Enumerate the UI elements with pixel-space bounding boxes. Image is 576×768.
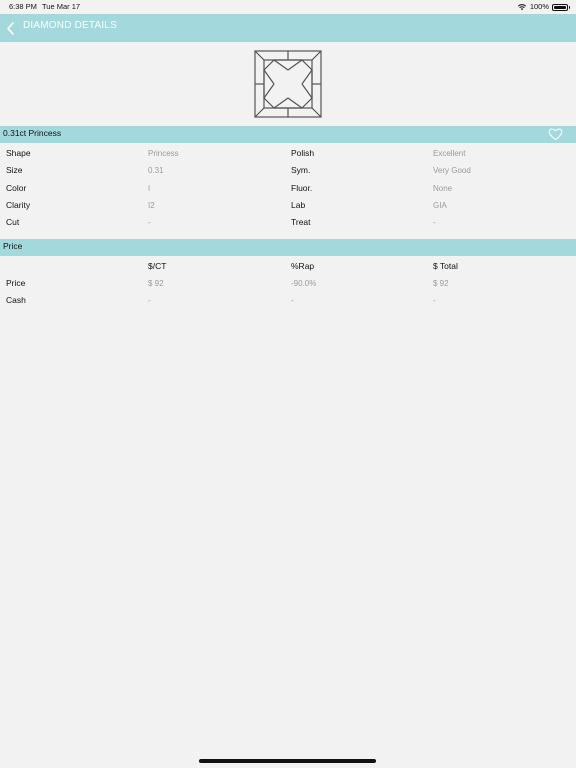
detail-label: Color: [6, 183, 27, 193]
price-header: Price: [0, 239, 576, 256]
battery-level-fill: [554, 5, 566, 9]
battery-percent: 100%: [529, 2, 549, 11]
detail-label: Polish: [291, 148, 315, 158]
price-column-headers: $/CT %Rap $ Total: [0, 258, 576, 275]
price-per-ct: $ 92: [148, 279, 164, 288]
detail-row: Clarity I2 Lab GIA: [0, 197, 576, 214]
page-title: DIAMOND DETAILS: [23, 20, 117, 31]
price-row-label: Price: [6, 278, 26, 288]
detail-label: Sym.: [291, 165, 311, 175]
column-header-per-ct: $/CT: [148, 261, 167, 271]
price-rap: -90.0%: [291, 279, 317, 288]
detail-value: Princess: [148, 149, 179, 158]
price-section-title: Price: [3, 241, 23, 251]
status-date: Tue Mar 17: [42, 2, 81, 11]
status-bar: 6:38 PM Tue Mar 17 100%: [0, 0, 576, 14]
detail-value: -: [433, 218, 436, 227]
detail-label: Lab: [291, 200, 306, 210]
column-header-rap: %Rap: [291, 261, 315, 271]
detail-label: Size: [6, 165, 23, 175]
status-right: 100%: [517, 0, 570, 14]
price-per-ct: -: [148, 296, 151, 305]
price-row-label: Cash: [6, 295, 26, 305]
detail-row: Size 0.31 Sym. Very Good: [0, 162, 576, 179]
detail-value: I: [148, 184, 151, 193]
detail-label: Clarity: [6, 200, 31, 210]
home-indicator[interactable]: [199, 759, 376, 763]
detail-label: Shape: [6, 148, 31, 158]
price-total: $ 92: [433, 279, 449, 288]
diamond-header: 0.31ct Princess: [0, 126, 576, 143]
battery-icon: [552, 3, 570, 11]
diamond-title: 0.31ct Princess: [3, 128, 62, 138]
detail-value: GIA: [433, 201, 447, 210]
detail-value: None: [433, 184, 453, 193]
price-rap: -: [291, 296, 294, 305]
detail-row: Cut - Treat -: [0, 214, 576, 231]
price-total: -: [433, 296, 436, 305]
detail-value: Very Good: [433, 166, 471, 175]
chevron-left-icon[interactable]: [5, 20, 17, 36]
detail-row: Color I Fluor. None: [0, 180, 576, 197]
detail-value: Excellent: [433, 149, 466, 158]
detail-value: I2: [148, 201, 155, 210]
detail-row: Shape Princess Polish Excellent: [0, 145, 576, 162]
detail-label: Cut: [6, 217, 20, 227]
detail-value: 0.31: [148, 166, 164, 175]
detail-value: -: [148, 218, 151, 227]
column-header-total: $ Total: [433, 261, 458, 271]
detail-label: Treat: [291, 217, 311, 227]
detail-label: Fluor.: [291, 183, 313, 193]
heart-outline-icon[interactable]: [548, 127, 563, 141]
princess-cut-diamond-icon: [254, 50, 322, 118]
price-row: Cash - - -: [0, 292, 576, 309]
wifi-icon: [517, 4, 526, 11]
nav-bar: DIAMOND DETAILS: [0, 14, 576, 42]
status-time: 6:38 PM: [9, 2, 37, 11]
price-row: Price $ 92 -90.0% $ 92: [0, 275, 576, 292]
